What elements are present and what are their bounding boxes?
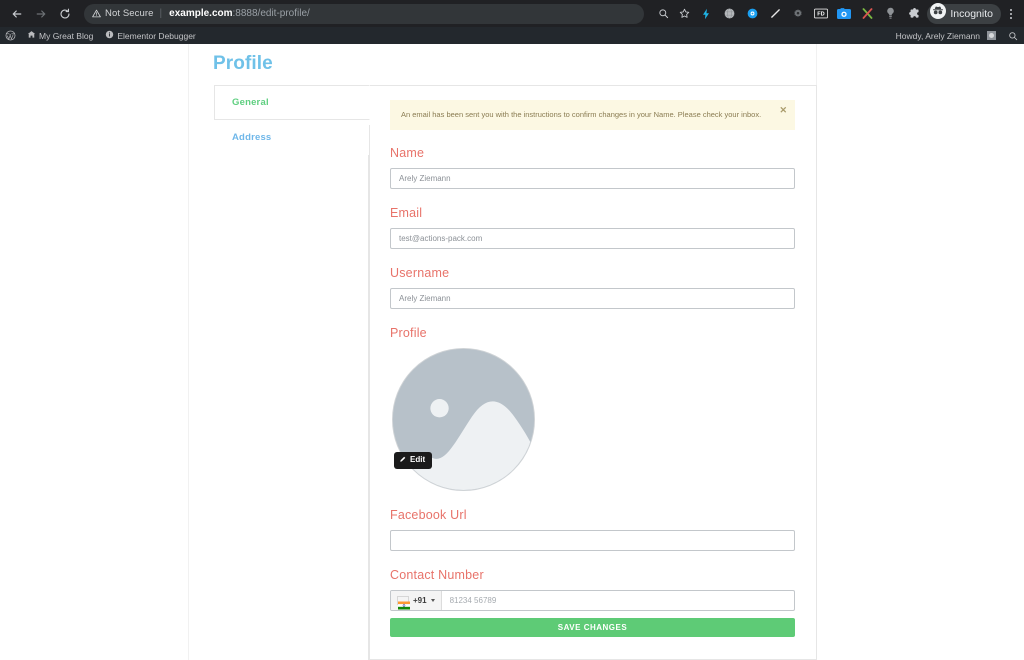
- svg-text:FD: FD: [818, 12, 825, 18]
- warning-triangle-icon: [92, 9, 101, 18]
- page-body: Profile General Address An email has bee…: [0, 44, 1024, 660]
- label-profile-photo: Profile: [390, 325, 427, 340]
- email-input[interactable]: [390, 227, 795, 249]
- adminbar-account-area: Howdy, Arely Ziemann: [890, 27, 1024, 44]
- tab-address[interactable]: Address: [214, 120, 369, 155]
- username-input[interactable]: [390, 287, 795, 309]
- adminbar-howdy-label: Howdy, Arely Ziemann: [895, 30, 980, 41]
- omnibox-divider: |: [159, 8, 163, 19]
- navigation-buttons: [0, 3, 76, 25]
- adminbar-site-label: My Great Blog: [39, 30, 94, 41]
- adminbar-howdy[interactable]: Howdy, Arely Ziemann: [890, 27, 1002, 44]
- url-host: example.com: [169, 8, 233, 19]
- chevron-down-icon: [430, 598, 435, 602]
- notice-banner: An email has been sent you with the inst…: [390, 100, 795, 130]
- tab-address-label: Address: [232, 132, 272, 143]
- security-label: Not Secure: [105, 8, 154, 19]
- search-icon[interactable]: [653, 4, 673, 24]
- user-avatar-icon: [987, 31, 996, 40]
- browser-toolbar: Not Secure | example.com:8888/edit-profi…: [0, 0, 1024, 27]
- dial-code-label: +91: [413, 595, 427, 605]
- tab-general-label: General: [232, 97, 269, 108]
- panel-divider: [369, 125, 370, 659]
- edit-avatar-button[interactable]: Edit: [394, 451, 433, 469]
- edit-avatar-label: Edit: [410, 455, 426, 465]
- puzzle-piece-icon[interactable]: [902, 3, 924, 25]
- contact-number-field: +91: [390, 589, 795, 611]
- globe-grid-icon[interactable]: [718, 3, 740, 25]
- reload-button[interactable]: [54, 3, 76, 25]
- notice-text: An email has been sent you with the inst…: [401, 110, 762, 119]
- save-changes-button[interactable]: SAVE CHANGES: [390, 617, 795, 637]
- house-icon: [27, 30, 36, 41]
- pen-icon[interactable]: [764, 3, 786, 25]
- blue-eye-icon[interactable]: [741, 3, 763, 25]
- address-bar[interactable]: Not Secure | example.com:8888/edit-profi…: [84, 3, 644, 24]
- back-button[interactable]: [6, 3, 28, 25]
- url-path: :8888/edit-profile/: [232, 8, 310, 19]
- pencil-icon: [399, 456, 406, 465]
- adminbar-site-name[interactable]: My Great Blog: [21, 27, 99, 44]
- fd-badge-icon[interactable]: FD: [810, 3, 832, 25]
- label-name: Name: [390, 145, 425, 160]
- info-circle-icon: [105, 30, 114, 41]
- facebook-url-input[interactable]: [390, 529, 795, 551]
- image-placeholder-icon: [392, 347, 535, 491]
- tab-panel-general: An email has been sent you with the inst…: [368, 85, 817, 660]
- contact-number-input[interactable]: [441, 590, 794, 610]
- avatar-block: Edit: [392, 347, 535, 491]
- tab-list: General Address: [214, 85, 370, 155]
- incognito-avatar-icon: [930, 3, 947, 24]
- star-icon[interactable]: [674, 4, 694, 24]
- forward-button[interactable]: [30, 3, 52, 25]
- incognito-indicator[interactable]: Incognito: [927, 3, 1001, 24]
- page-title: Profile: [213, 53, 273, 74]
- lightbulb-icon[interactable]: [879, 3, 901, 25]
- incognito-label: Incognito: [950, 7, 993, 20]
- content-container: Profile General Address An email has bee…: [188, 44, 817, 660]
- adminbar-search-icon[interactable]: [1002, 27, 1024, 44]
- label-contact-number: Contact Number: [390, 567, 484, 582]
- tab-general[interactable]: General: [214, 85, 370, 120]
- adminbar-debugger-label: Elementor Debugger: [117, 30, 196, 41]
- x-cross-icon[interactable]: [856, 3, 878, 25]
- lightning-bolt-icon[interactable]: [695, 3, 717, 25]
- close-x-icon[interactable]: ✕: [779, 106, 787, 115]
- label-facebook-url: Facebook Url: [390, 507, 467, 522]
- gear-dark-icon[interactable]: [787, 3, 809, 25]
- kebab-menu-icon[interactable]: [1002, 8, 1020, 19]
- wordpress-logo-icon[interactable]: [0, 27, 21, 44]
- label-username: Username: [390, 265, 450, 280]
- country-code-selector[interactable]: +91: [391, 590, 442, 610]
- camera-badge-icon[interactable]: [833, 3, 855, 25]
- wordpress-admin-bar: My Great Blog Elementor Debugger Howdy, …: [0, 27, 1024, 44]
- name-input[interactable]: [390, 167, 795, 189]
- india-flag-icon: [397, 595, 410, 610]
- label-email: Email: [390, 205, 423, 220]
- profile-tabs: General Address An email has been sent y…: [214, 85, 817, 660]
- toolbar-right-icons: FD Incognito: [653, 3, 1024, 25]
- adminbar-elementor-debugger[interactable]: Elementor Debugger: [99, 27, 201, 44]
